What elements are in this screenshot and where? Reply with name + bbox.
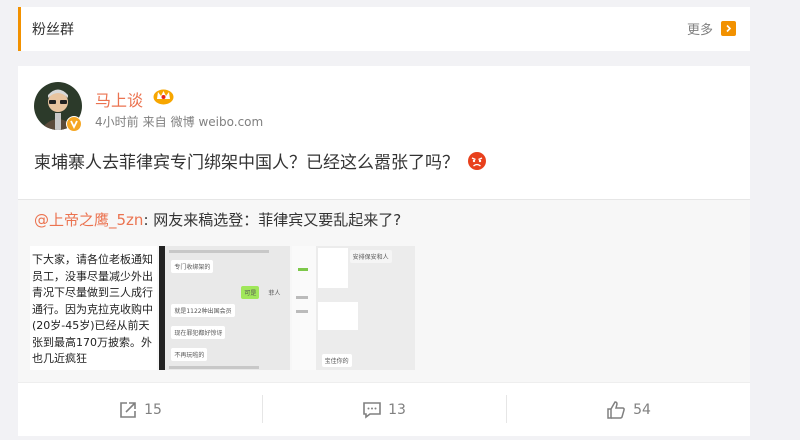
more-link[interactable]: 更多	[687, 19, 736, 38]
chat-bubble: 不再玩啦的	[171, 348, 208, 361]
accent-bar	[18, 7, 21, 51]
chat-block	[317, 248, 348, 288]
post-text: 柬埔寨人去菲律宾专门绑架中国人？已经这么嚣张了吗？	[34, 148, 487, 173]
image-edge	[159, 246, 166, 370]
repost-image-2[interactable]: 专门收绑架的 可是 菲人 就是1122种出国会员 现在罪犯都好惊讶 不再玩啦的	[159, 246, 290, 370]
post-time[interactable]: 4小时前	[95, 115, 139, 129]
chat-bubble: 就是1122种出国会员	[171, 304, 235, 317]
like-count: 54	[633, 401, 651, 418]
chat-bubble: 可是	[241, 286, 260, 299]
repost-image-3[interactable]: 安排保安和人 宝佳你的	[291, 246, 415, 370]
share-icon	[120, 401, 136, 418]
chat-bubble: 专门收绑架的	[171, 260, 214, 273]
image-text-line: 张到最高170万披索。外	[32, 335, 152, 349]
image-text-line: 员工，没事尽量减少外出	[32, 269, 153, 283]
repost-images: 下大家，请各位老板通知 员工，没事尽量减少外出 青况下尽量做到三人成行 通行。因…	[30, 246, 415, 370]
weibo-post-card: 马上谈 4小时前 来自 微博 weibo.com 柬埔寨人去菲律宾专门绑架中国人？已…	[18, 66, 750, 436]
repost-image-1[interactable]: 下大家，请各位老板通知 员工，没事尽量减少外出 青况下尽量做到三人成行 通行。因…	[30, 246, 158, 370]
image-text-line: (20岁-45岁)已经从前天	[32, 319, 150, 332]
chat-bubble: 菲人	[268, 290, 281, 297]
chat-line	[169, 250, 270, 253]
share-count: 15	[144, 401, 162, 418]
fans-group-bar: 粉丝群 更多	[18, 7, 750, 51]
vip-crown-icon[interactable]	[153, 87, 174, 105]
angry-emoji-icon	[467, 151, 487, 171]
more-label: 更多	[686, 23, 713, 38]
image-text-line: 也几近疯狂	[32, 352, 87, 365]
fans-group-title: 粉丝群	[32, 22, 74, 38]
image-text-line: 青况下尽量做到三人成行	[32, 286, 153, 299]
chevron-right-icon	[721, 21, 736, 36]
chat-bubble: 现在罪犯都好惊讶	[171, 326, 226, 339]
chat-line	[295, 296, 308, 299]
chat-line	[297, 268, 308, 271]
verified-badge-icon	[66, 116, 82, 132]
comment-count: 13	[388, 401, 406, 418]
image-edge	[291, 246, 316, 370]
repost-block: @上帝之鹰_5zn: 网友来稿选登：菲律宾又要乱起来了? 下大家，请各位老板通知…	[18, 199, 750, 382]
comment-button[interactable]: 13	[262, 383, 506, 436]
post-text-content: 柬埔寨人去菲律宾专门绑架中国人？已经这么嚣张了吗？	[34, 153, 459, 173]
post-meta: 4小时前 来自 微博 weibo.com	[95, 113, 267, 130]
chat-block	[317, 302, 358, 330]
like-button[interactable]: 54	[506, 383, 750, 436]
repost-content: : 网友来稿选登：菲律宾又要乱起来了?	[143, 211, 402, 229]
repost-text: @上帝之鹰_5zn: 网友来稿选登：菲律宾又要乱起来了?	[34, 209, 401, 230]
chat-bubble: 安排保安和人	[349, 250, 392, 263]
username[interactable]: 马上谈	[95, 87, 143, 111]
comment-icon	[363, 401, 381, 419]
chat-line	[295, 310, 308, 313]
chat-bubble: 宝佳你的	[321, 354, 352, 367]
post-actions: 15 13 54	[18, 382, 750, 436]
from-label: 来自	[142, 115, 167, 129]
post-source[interactable]: 微博 weibo.com	[171, 115, 264, 129]
share-button[interactable]: 15	[18, 383, 262, 436]
image-text-line: 通行。因为克拉克收购中	[32, 302, 153, 316]
chat-line	[169, 366, 260, 369]
image-text-line: 下大家，请各位老板通知	[32, 253, 153, 266]
repost-mention[interactable]: @上帝之鹰_5zn	[34, 211, 143, 229]
like-icon	[607, 400, 625, 419]
